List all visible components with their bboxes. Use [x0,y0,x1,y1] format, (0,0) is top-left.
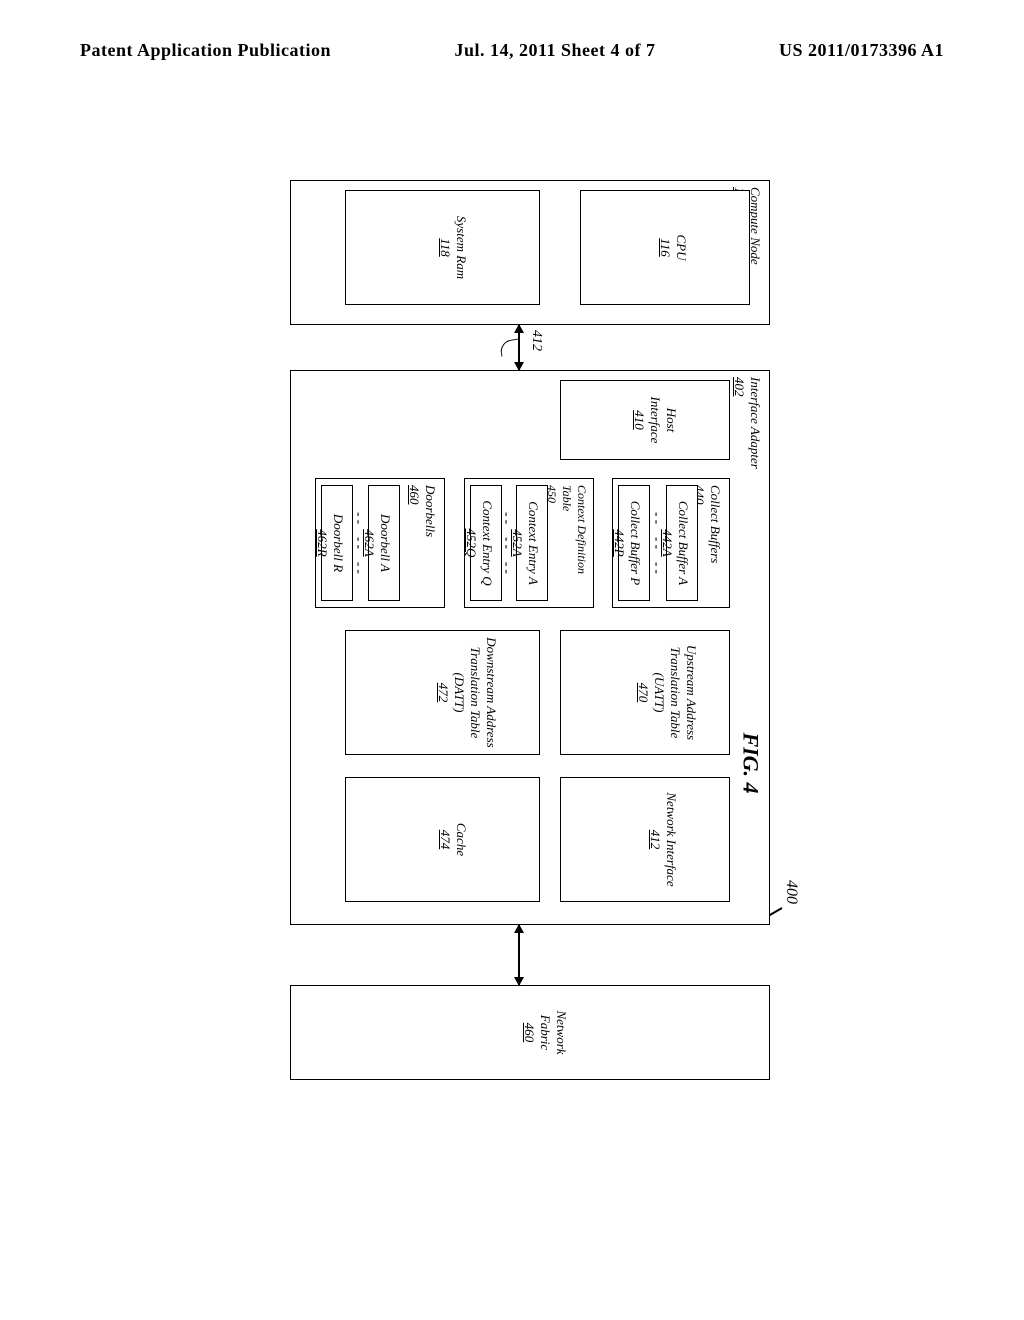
collect-buffer-p-block: Collect Buffer P 442P [618,485,650,601]
doorbell-r-block: Doorbell R 462R [321,485,353,601]
interface-adapter-title: Interface Adapter 402 [731,377,763,918]
block-diagram: 400 Compute Node 102 CPU 116 System Ram … [120,180,800,1080]
link-412-label: 412 [528,330,544,351]
header-center: Jul. 14, 2011 Sheet 4 of 7 [454,40,655,61]
host-interface-block: Host Interface 410 [560,380,730,460]
header-right: US 2011/0173396 A1 [779,40,944,61]
collect-buffer-a-block: Collect Buffer A 442A [666,485,698,601]
network-interface-block: Network Interface 412 [560,777,730,902]
page-header: Patent Application Publication Jul. 14, … [80,30,944,71]
datt-block: Downstream Address Translation Table (DA… [345,630,540,755]
header-left: Patent Application Publication [80,40,331,61]
context-entry-a-block: Context Entry A 452A [516,485,548,601]
uatt-block: Upstream Address Translation Table (UATT… [560,630,730,755]
dots-icon: - - - - - - [649,480,665,606]
doorbell-a-block: Doorbell A 462A [368,485,400,601]
context-definition-table-title: Context Definition Table 450 [544,485,589,601]
cpu-block: CPU 116 [580,190,750,305]
network-fabric-arrow [518,925,520,985]
context-entry-q-block: Context Entry Q 452Q [470,485,502,601]
network-fabric-block: Network Fabric 460 [290,985,770,1080]
system-ram-block: System Ram 118 [345,190,540,305]
cache-block: Cache 474 [345,777,540,902]
figure-label: FIG. 4 [738,732,764,793]
dots-icon: - - - - - - [351,480,367,606]
ref-400: 400 [782,880,800,904]
doorbells-title: Doorbells 460 [406,485,438,601]
